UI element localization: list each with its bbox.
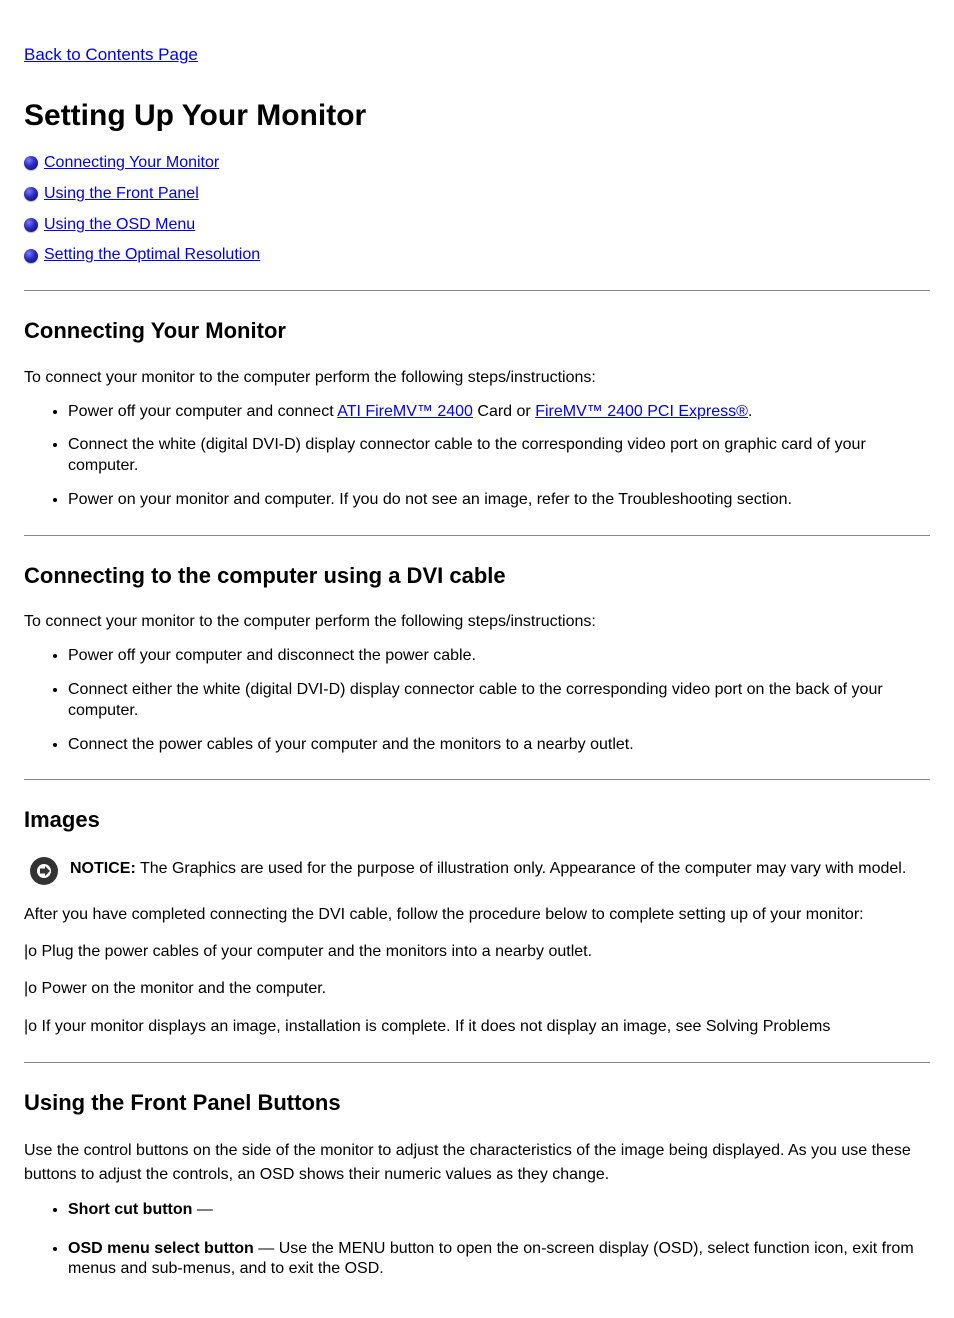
front-panel-list: Short cut button — OSD menu select butto… <box>24 1200 930 1280</box>
step-1-prefix: Power off your computer and connect <box>68 403 334 420</box>
dvi-steps-list: Power off your computer and disconnect t… <box>24 646 930 755</box>
notice-block: NOTICE: The Graphics are used for the pu… <box>30 857 928 885</box>
back-to-contents-link[interactable]: Back to Contents Page <box>24 44 198 66</box>
link-ati-firemv-2400[interactable]: ATI FireMV™ 2400 <box>337 403 473 420</box>
section-connecting-intro: To connect your monitor to the computer … <box>24 368 930 389</box>
section-connecting-heading: Connecting Your Monitor <box>24 317 930 346</box>
bullet-icon <box>24 249 38 263</box>
item-2-label: OSD menu select button <box>68 1240 254 1257</box>
images-para-3: |o Power on the monitor and the computer… <box>24 977 930 1000</box>
notice-label: NOTICE: <box>70 860 136 877</box>
notice-arrow-icon <box>30 857 58 885</box>
step-1-mid: Card or <box>473 403 535 420</box>
step-3: Power on your monitor and computer. If y… <box>68 490 930 511</box>
bullet-icon <box>24 218 38 232</box>
section-dvi-intro: To connect your monitor to the computer … <box>24 612 930 633</box>
divider <box>24 535 930 536</box>
link-firemv-2400-pcie[interactable]: FireMV™ 2400 PCI Express® <box>535 403 748 420</box>
front-panel-item-1: Short cut button — <box>68 1200 930 1221</box>
step-1-suffix: . <box>748 403 752 420</box>
divider <box>24 290 930 291</box>
section-images-heading: Images <box>24 806 930 835</box>
connecting-steps-list: Power off your computer and connect ATI … <box>24 402 930 511</box>
toc-link-front-panel[interactable]: Using the Front Panel <box>44 184 199 205</box>
step-1: Power off your computer and connect ATI … <box>68 402 930 423</box>
divider <box>24 1062 930 1063</box>
toc-link-connecting[interactable]: Connecting Your Monitor <box>44 153 219 174</box>
dvi-step-3: Connect the power cables of your compute… <box>68 735 930 756</box>
dvi-step-2: Connect either the white (digital DVI-D)… <box>68 680 930 722</box>
toc-link-osd-menu[interactable]: Using the OSD Menu <box>44 215 195 236</box>
images-para-4: |o If your monitor displays an image, in… <box>24 1015 930 1038</box>
images-para-2: |o Plug the power cables of your compute… <box>24 940 930 963</box>
section-front-panel-heading: Using the Front Panel Buttons <box>24 1089 930 1118</box>
section-dvi-heading: Connecting to the computer using a DVI c… <box>24 562 930 591</box>
notice-body: The Graphics are used for the purpose of… <box>136 860 906 877</box>
page-title: Setting Up Your Monitor <box>24 96 930 135</box>
step-2: Connect the white (digital DVI-D) displa… <box>68 435 930 477</box>
notice-text: NOTICE: The Graphics are used for the pu… <box>70 857 906 880</box>
toc-link-optimal-resolution[interactable]: Setting the Optimal Resolution <box>44 245 260 266</box>
images-para-1: After you have completed connecting the … <box>24 903 930 926</box>
front-panel-intro: Use the control buttons on the side of t… <box>24 1139 930 1185</box>
front-panel-item-2: OSD menu select button — Use the MENU bu… <box>68 1239 930 1281</box>
dvi-step-1: Power off your computer and disconnect t… <box>68 646 930 667</box>
bullet-icon <box>24 187 38 201</box>
item-1-text: — <box>192 1201 212 1218</box>
divider <box>24 779 930 780</box>
item-1-label: Short cut button <box>68 1201 192 1218</box>
bullet-icon <box>24 156 38 170</box>
table-of-contents: Connecting Your Monitor Using the Front … <box>24 153 930 266</box>
